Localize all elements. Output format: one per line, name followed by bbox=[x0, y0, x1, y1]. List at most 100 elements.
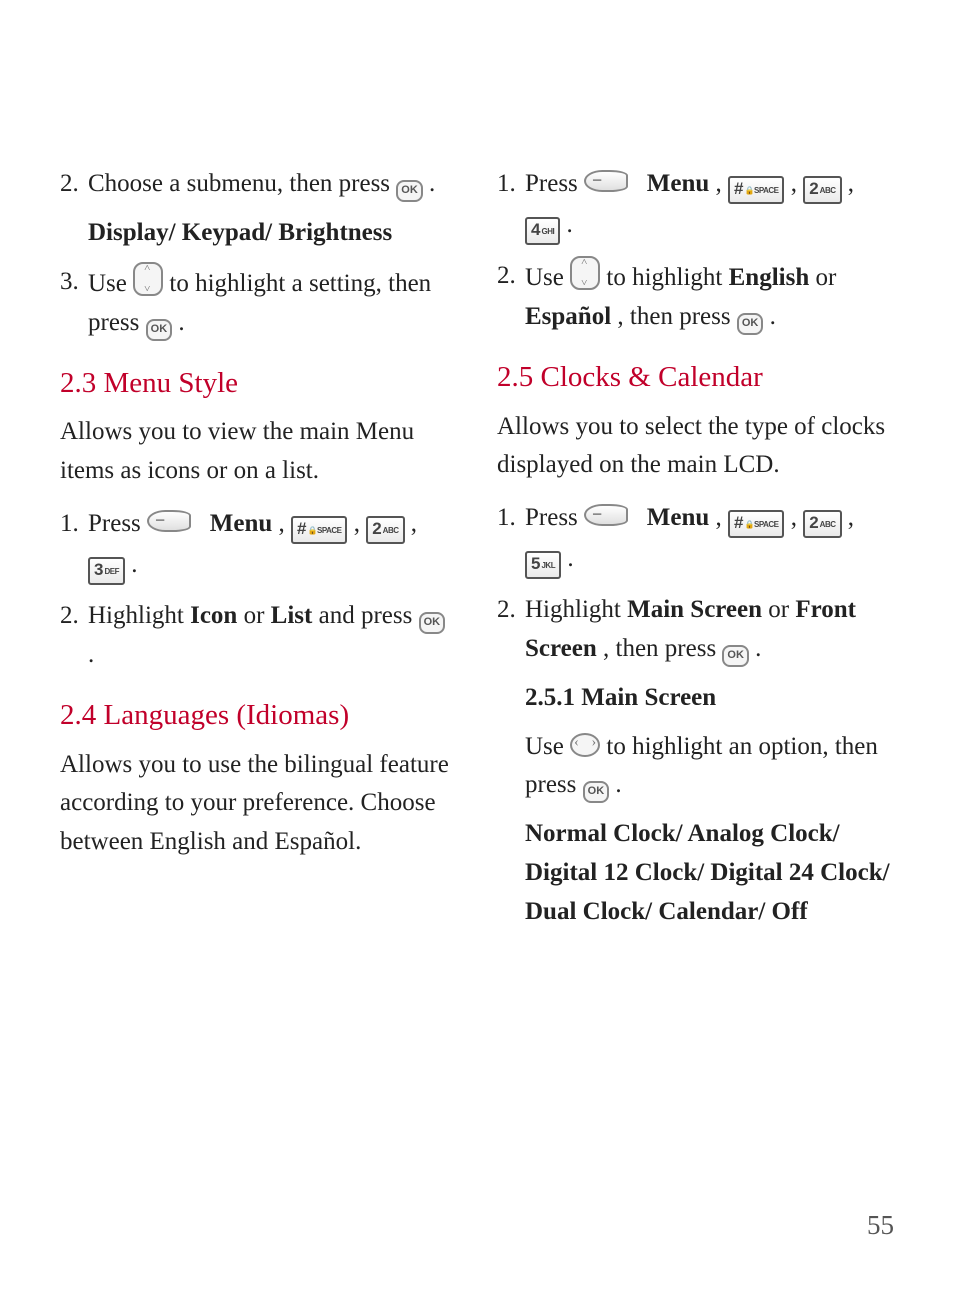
text: and press bbox=[319, 602, 419, 629]
paragraph: Allows you to view the main Menu items a… bbox=[60, 413, 457, 491]
text: Press bbox=[88, 510, 147, 537]
text: Use bbox=[525, 264, 570, 291]
step-number: 1. bbox=[497, 165, 525, 247]
two-key-icon: 2ABC bbox=[803, 176, 841, 204]
heading-2-5-1: 2.5.1 Main Screen bbox=[525, 679, 894, 718]
page-content: 2. Choose a submenu, then press OK . Dis… bbox=[0, 0, 954, 1002]
text-bold: Español bbox=[525, 303, 611, 330]
heading-2-3: 2.3 Menu Style bbox=[60, 361, 457, 406]
text: . bbox=[125, 551, 138, 578]
step-2-5-2: 2. Highlight Main Screen or Front Screen… bbox=[497, 591, 894, 669]
paragraph: Allows you to select the type of clocks … bbox=[497, 408, 894, 486]
text: Highlight bbox=[88, 602, 190, 629]
heading-2-5: 2.5 Clocks & Calendar bbox=[497, 355, 894, 400]
two-key-icon: 2ABC bbox=[366, 516, 404, 544]
submenu-list: Display/ Keypad/ Brightness bbox=[88, 214, 457, 253]
text: Use bbox=[525, 733, 570, 760]
step-2-5-1: 1. Press Menu , #🔒SPACE , 2ABC , 5JKL . bbox=[497, 499, 894, 581]
four-key-icon: 4GHI bbox=[525, 217, 560, 245]
ok-key-icon: OK bbox=[146, 319, 173, 341]
menu-label: Menu bbox=[647, 170, 710, 197]
step-body: Use to highlight a setting, then press O… bbox=[88, 263, 457, 343]
text: , then press bbox=[617, 303, 736, 330]
text: or bbox=[815, 264, 836, 291]
step-body: Highlight Main Screen or Front Screen , … bbox=[525, 591, 894, 669]
step-body: Press Menu , #🔒SPACE , 2ABC , 4GHI . bbox=[525, 165, 894, 247]
step-2-4-1: 1. Press Menu , #🔒SPACE , 2ABC , 4GHI . bbox=[497, 165, 894, 247]
step-body: Use to highlight English or Español , th… bbox=[525, 257, 894, 337]
left-soft-key-icon bbox=[584, 504, 628, 526]
step-number: 3. bbox=[60, 263, 88, 343]
three-key-icon: 3DEF bbox=[88, 557, 125, 585]
step-body: Press Menu , #🔒SPACE , 2ABC , 5JKL . bbox=[525, 499, 894, 581]
step-2-3-2: 2. Highlight Icon or List and press OK . bbox=[60, 597, 457, 675]
text: to highlight bbox=[606, 264, 728, 291]
paragraph: Allows you to use the bilingual feature … bbox=[60, 746, 457, 862]
step-number: 2. bbox=[497, 591, 525, 669]
hash-key-icon: #🔒SPACE bbox=[728, 510, 784, 538]
ok-key-icon: OK bbox=[583, 781, 610, 803]
text-bold: List bbox=[271, 602, 313, 629]
step-body: Highlight Icon or List and press OK . bbox=[88, 597, 457, 675]
text-bold: Icon bbox=[190, 602, 237, 629]
hash-key-icon: #🔒SPACE bbox=[728, 176, 784, 204]
ok-key-icon: OK bbox=[737, 313, 764, 335]
text: . bbox=[615, 771, 621, 798]
menu-label: Menu bbox=[210, 510, 273, 537]
menu-label: Menu bbox=[647, 504, 710, 531]
step-body: Choose a submenu, then press OK . bbox=[88, 165, 457, 204]
text: , bbox=[842, 504, 855, 531]
text-bold: English bbox=[729, 264, 810, 291]
text: , bbox=[347, 510, 366, 537]
text: , bbox=[784, 170, 803, 197]
text: . bbox=[755, 635, 761, 662]
step-body: Press Menu , #🔒SPACE , 2ABC , 3DEF . bbox=[88, 505, 457, 587]
text-bold: Main Screen bbox=[627, 596, 762, 623]
step-number: 1. bbox=[497, 499, 525, 581]
text: . bbox=[88, 641, 94, 668]
step-2-4-2: 2. Use to highlight English or Español ,… bbox=[497, 257, 894, 337]
heading-2-4: 2.4 Languages (Idiomas) bbox=[60, 693, 457, 738]
step-2-prev: 2. Choose a submenu, then press OK . bbox=[60, 165, 457, 204]
text: Highlight bbox=[525, 596, 627, 623]
nav-up-down-icon bbox=[570, 256, 600, 290]
left-soft-key-icon bbox=[584, 170, 628, 192]
text: or bbox=[768, 596, 795, 623]
text: Choose a submenu, then press bbox=[88, 170, 396, 197]
text: . bbox=[429, 170, 435, 197]
text: Press bbox=[525, 504, 584, 531]
right-column: 1. Press Menu , #🔒SPACE , 2ABC , 4GHI . … bbox=[497, 155, 894, 942]
text: , bbox=[842, 170, 855, 197]
step-number: 1. bbox=[60, 505, 88, 587]
step-number: 2. bbox=[60, 597, 88, 675]
text: , bbox=[405, 510, 418, 537]
page-number: 55 bbox=[867, 1210, 894, 1241]
ok-key-icon: OK bbox=[396, 180, 423, 202]
hash-key-icon: #🔒SPACE bbox=[291, 516, 347, 544]
two-key-icon: 2ABC bbox=[803, 510, 841, 538]
nav-up-down-icon bbox=[133, 262, 163, 296]
five-key-icon: 5JKL bbox=[525, 551, 561, 579]
step-2-3-1: 1. Press Menu , #🔒SPACE , 2ABC , 3DEF . bbox=[60, 505, 457, 587]
step-number: 2. bbox=[497, 257, 525, 337]
step-2-5-1-body: Use to highlight an option, then press O… bbox=[525, 728, 894, 806]
text: , then press bbox=[603, 635, 722, 662]
step-number: 2. bbox=[60, 165, 88, 204]
text: Press bbox=[525, 170, 584, 197]
text: . bbox=[770, 303, 776, 330]
ok-key-icon: OK bbox=[419, 612, 446, 634]
text: Use bbox=[88, 270, 133, 297]
text: , bbox=[709, 170, 728, 197]
text: . bbox=[561, 545, 574, 572]
step-3-prev: 3. Use to highlight a setting, then pres… bbox=[60, 263, 457, 343]
nav-left-right-icon bbox=[570, 733, 600, 757]
text: , bbox=[709, 504, 728, 531]
text: , bbox=[784, 504, 803, 531]
text: or bbox=[244, 602, 271, 629]
left-column: 2. Choose a submenu, then press OK . Dis… bbox=[60, 155, 457, 942]
text: . bbox=[178, 309, 184, 336]
clock-options-list: Normal Clock/ Analog Clock/ Digital 12 C… bbox=[525, 815, 894, 931]
text: , bbox=[272, 510, 291, 537]
ok-key-icon: OK bbox=[722, 645, 749, 667]
text: . bbox=[560, 211, 573, 238]
